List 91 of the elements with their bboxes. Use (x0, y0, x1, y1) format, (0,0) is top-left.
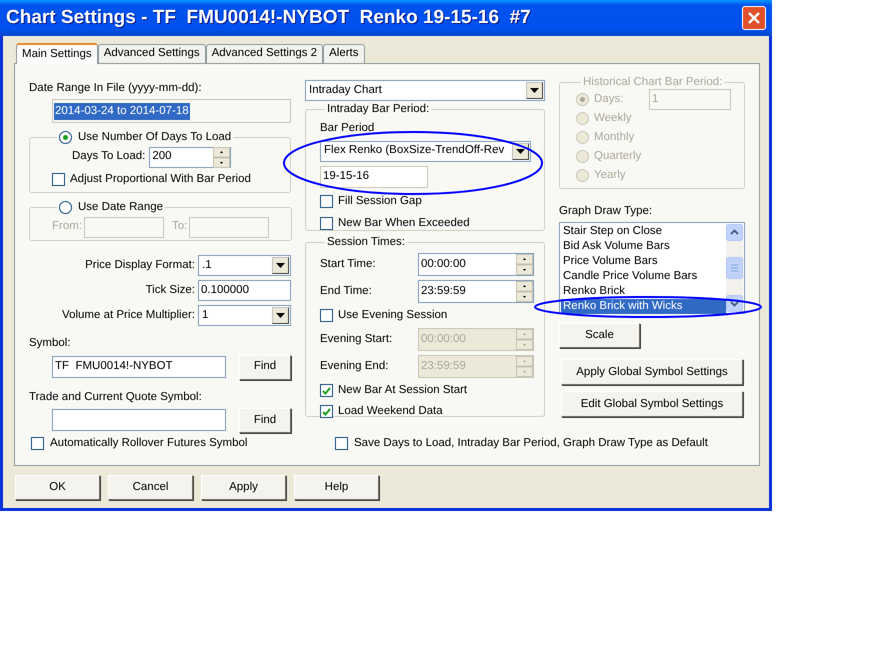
list-item[interactable]: Candle Price Volume Bars (561, 269, 726, 284)
radio-button[interactable] (59, 131, 72, 144)
field-label: Evening Start: (320, 332, 392, 348)
symbol-field[interactable]: TF FMU0014!-NYBOT (52, 356, 226, 378)
checkbox[interactable] (320, 216, 333, 230)
checkbox[interactable] (31, 436, 44, 450)
button[interactable]: Scale (559, 323, 640, 348)
radio-label: Quarterly (594, 149, 642, 164)
button[interactable]: Apply (201, 475, 286, 500)
field-label: Price Display Format: (85, 258, 195, 274)
scroll-thumb-icon[interactable] (726, 257, 743, 280)
dropdown-field[interactable]: Flex Renko (BoxSize-TrendOff-Rev (320, 140, 531, 162)
button[interactable]: Cancel (108, 475, 193, 500)
field-label: Start Time: (320, 257, 376, 272)
list-item[interactable]: Stair Step on Close (561, 224, 726, 240)
checkbox-label: New Bar At Session Start (338, 383, 468, 398)
radio-label: Use Number Of Days To Load (78, 130, 232, 146)
radio-button[interactable] (59, 201, 72, 214)
radio-label: Days: (594, 92, 624, 108)
field-label: End Time: (320, 284, 372, 300)
scroll-up-icon[interactable] (726, 224, 743, 242)
tab[interactable]: Alerts (323, 44, 364, 63)
list-item[interactable]: Price Volume Bars (561, 254, 726, 270)
dropdown-field[interactable]: Intraday Chart (305, 80, 545, 101)
radio-label: Weekly (594, 111, 632, 126)
checkbox[interactable] (335, 436, 348, 450)
checkbox[interactable] (320, 405, 333, 418)
dropdown-arrow-icon (276, 263, 285, 268)
field-label: Trade and Current Quote Symbol: (29, 390, 203, 404)
from-date-field[interactable] (84, 216, 164, 238)
checkbox[interactable] (320, 194, 333, 208)
dropdown-field[interactable]: .1 (198, 255, 291, 276)
radio-label: Monthly (594, 130, 636, 146)
checkbox-label: Adjust Proportional With Bar Period (70, 172, 251, 186)
field-label: Evening End: (320, 359, 388, 374)
field-label: To: (172, 219, 188, 234)
field-label: Days To Load: (72, 149, 146, 164)
field-label: Tick Size: (146, 283, 195, 298)
field-label: Volume at Price Multiplier: (62, 308, 195, 324)
close-button[interactable] (742, 6, 766, 30)
time-spinner-field[interactable]: 23:59:59 (418, 280, 534, 304)
input-field[interactable]: 0.100000 (198, 280, 291, 302)
list-item[interactable]: Bid Ask Volume Bars (561, 239, 726, 254)
button[interactable]: Help (294, 475, 379, 500)
scrollbar[interactable] (726, 224, 743, 312)
bar-period-field[interactable]: 19-15-16 (320, 166, 428, 188)
field-label: Bar Period (320, 121, 376, 136)
checkmark-icon (322, 386, 331, 395)
dropdown-field[interactable]: 1 (198, 305, 291, 326)
checkmark-icon (322, 408, 331, 416)
dropdown-arrow-icon (276, 313, 285, 318)
spinner-arrows-icon[interactable] (516, 281, 533, 302)
field-label: Symbol: (29, 336, 72, 352)
checkbox[interactable] (320, 309, 333, 322)
field-label: Date Range In File (yyyy-mm-dd): (29, 81, 203, 96)
tab[interactable]: Advanced Settings (98, 44, 206, 63)
button[interactable]: OK (15, 475, 100, 500)
days-spinner-field[interactable]: 200 (149, 146, 232, 168)
dropdown-arrow-icon (516, 148, 525, 154)
button[interactable]: Find (239, 408, 291, 433)
button[interactable]: Find (239, 354, 291, 380)
group-title: Intraday Bar Period: (327, 103, 430, 115)
spinner-arrows-icon[interactable] (213, 146, 230, 168)
tab[interactable]: Advanced Settings 2 (206, 44, 324, 63)
checkbox-label: Use Evening Session (338, 308, 448, 324)
checkbox-label: Fill Session Gap (338, 194, 422, 208)
quote-symbol-field[interactable] (52, 409, 226, 432)
checkbox-label: New Bar When Exceeded (338, 216, 470, 231)
spinner-arrows-icon[interactable] (516, 254, 533, 276)
checkbox-label: Save Days to Load, Intraday Bar Period, Graph Draw Type as Default (354, 436, 708, 451)
button[interactable]: Apply Global Symbol Settings (561, 359, 743, 386)
group-title: Session Times: (327, 236, 405, 248)
window-title: Chart Settings - TF FMU0014!-NYBOT Renko 19-15-16 #7 (6, 6, 532, 30)
field-label: Graph Draw Type: (559, 204, 654, 219)
time-spinner-field[interactable]: 00:00:00 (418, 253, 534, 276)
checkbox[interactable] (52, 172, 65, 186)
group-title: Historical Chart Bar Period: (583, 76, 722, 88)
button[interactable]: Edit Global Symbol Settings (561, 391, 743, 418)
checkbox-label: Load Weekend Data (338, 404, 443, 420)
selected-text: 2014-03-24 to 2014-07-18 (54, 102, 190, 120)
checkbox-label: Automatically Rollover Futures Symbol (50, 436, 248, 451)
to-date-field[interactable] (189, 216, 270, 238)
list-item[interactable]: Renko Brick (561, 284, 726, 300)
checkbox[interactable] (320, 384, 333, 398)
tab[interactable]: Main Settings (16, 43, 98, 64)
radio-label: Yearly (594, 168, 627, 184)
dropdown-arrow-icon (530, 88, 539, 93)
field-label: From: (52, 219, 82, 234)
radio-label: Use Date Range (78, 200, 164, 216)
close-icon (748, 12, 760, 24)
list-item[interactable]: Renko Brick with Wicks (561, 299, 726, 314)
